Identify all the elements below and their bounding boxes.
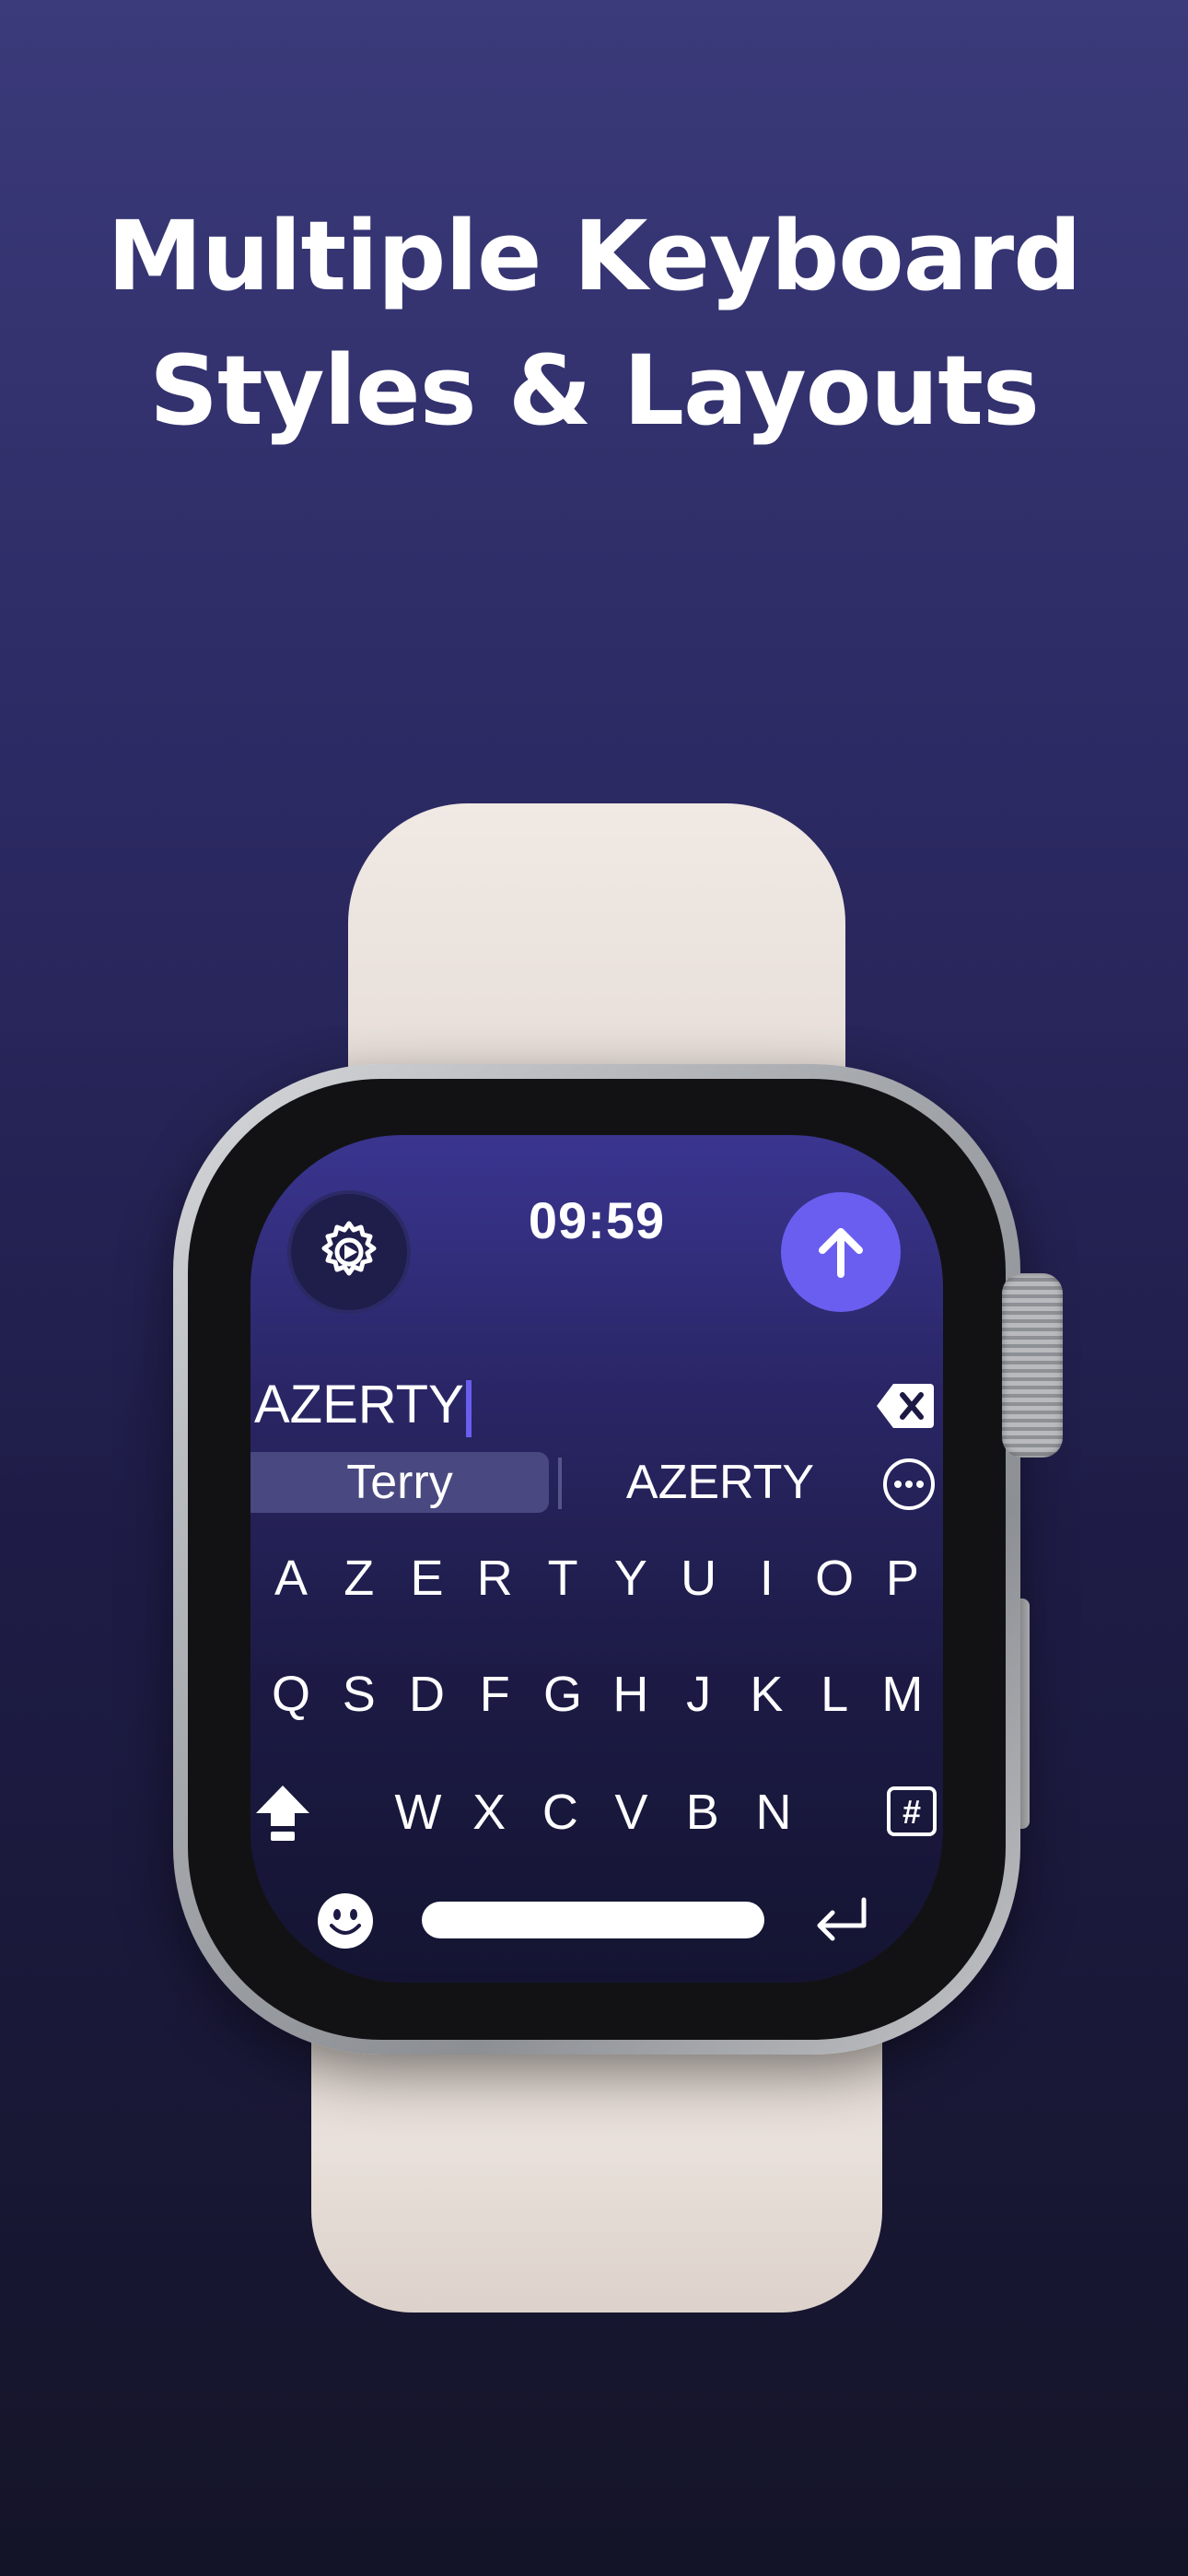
ellipsis-icon	[883, 1458, 935, 1510]
emoji-icon	[318, 1893, 373, 1949]
shift-icon	[256, 1786, 309, 1841]
suggestion-divider	[558, 1458, 562, 1509]
key-w[interactable]: W	[389, 1780, 448, 1844]
key-o[interactable]: O	[805, 1546, 864, 1610]
key-u[interactable]: U	[670, 1546, 728, 1610]
digital-crown[interactable]	[1002, 1273, 1063, 1458]
keyboard-row-3: W X C V B N	[389, 1780, 803, 1844]
headline-line-1: Multiple Keyboard	[107, 200, 1081, 312]
symbols-key-label: #	[903, 1793, 921, 1831]
symbols-key[interactable]: #	[886, 1786, 938, 1837]
return-key[interactable]	[809, 1889, 873, 1953]
key-k[interactable]: K	[737, 1662, 796, 1727]
return-icon	[817, 1897, 867, 1941]
arrow-up-icon	[819, 1228, 863, 1278]
watch-screen: 09:59 AZERTY Terry AZERTY A Z E R T Y U …	[250, 1135, 943, 1983]
text-input[interactable]: AZERTY	[254, 1373, 472, 1437]
key-f[interactable]: F	[465, 1662, 524, 1727]
hash-key-icon: #	[887, 1786, 937, 1836]
key-i[interactable]: I	[737, 1546, 796, 1610]
suggestion-2[interactable]: AZERTY	[582, 1452, 858, 1513]
headline-line-2: Styles & Layouts	[149, 334, 1040, 447]
space-bar[interactable]	[422, 1902, 764, 1938]
key-y[interactable]: Y	[601, 1546, 660, 1610]
shift-key[interactable]	[250, 1780, 315, 1844]
key-a[interactable]: A	[262, 1546, 320, 1610]
key-v[interactable]: V	[602, 1780, 661, 1844]
watch-band-top	[348, 803, 845, 1107]
text-caret	[465, 1379, 472, 1437]
key-d[interactable]: D	[398, 1662, 457, 1727]
delete-button[interactable]	[875, 1380, 936, 1432]
more-suggestions-button[interactable]	[882, 1458, 936, 1511]
keyboard-row-2: Q S D F G H J K L M	[250, 1662, 943, 1727]
key-m[interactable]: M	[873, 1662, 932, 1727]
key-r[interactable]: R	[465, 1546, 524, 1610]
key-g[interactable]: G	[533, 1662, 592, 1727]
key-h[interactable]: H	[601, 1662, 660, 1727]
key-e[interactable]: E	[398, 1546, 457, 1610]
key-c[interactable]: C	[530, 1780, 589, 1844]
key-p[interactable]: P	[873, 1546, 932, 1610]
key-j[interactable]: J	[670, 1662, 728, 1727]
send-button[interactable]	[781, 1192, 901, 1312]
key-t[interactable]: T	[533, 1546, 592, 1610]
delete-icon	[877, 1384, 934, 1428]
key-l[interactable]: L	[805, 1662, 864, 1727]
input-value: AZERTY	[254, 1375, 464, 1434]
emoji-key[interactable]	[317, 1892, 374, 1950]
key-s[interactable]: S	[330, 1662, 389, 1727]
headline: Multiple Keyboard Styles & Layouts	[0, 189, 1188, 458]
key-n[interactable]: N	[744, 1780, 803, 1844]
key-q[interactable]: Q	[262, 1662, 320, 1727]
key-b[interactable]: B	[673, 1780, 732, 1844]
keyboard-row-1: A Z E R T Y U I O P	[250, 1546, 943, 1610]
key-z[interactable]: Z	[330, 1546, 389, 1610]
key-x[interactable]: X	[460, 1780, 518, 1844]
suggestion-1[interactable]: Terry	[250, 1452, 549, 1513]
